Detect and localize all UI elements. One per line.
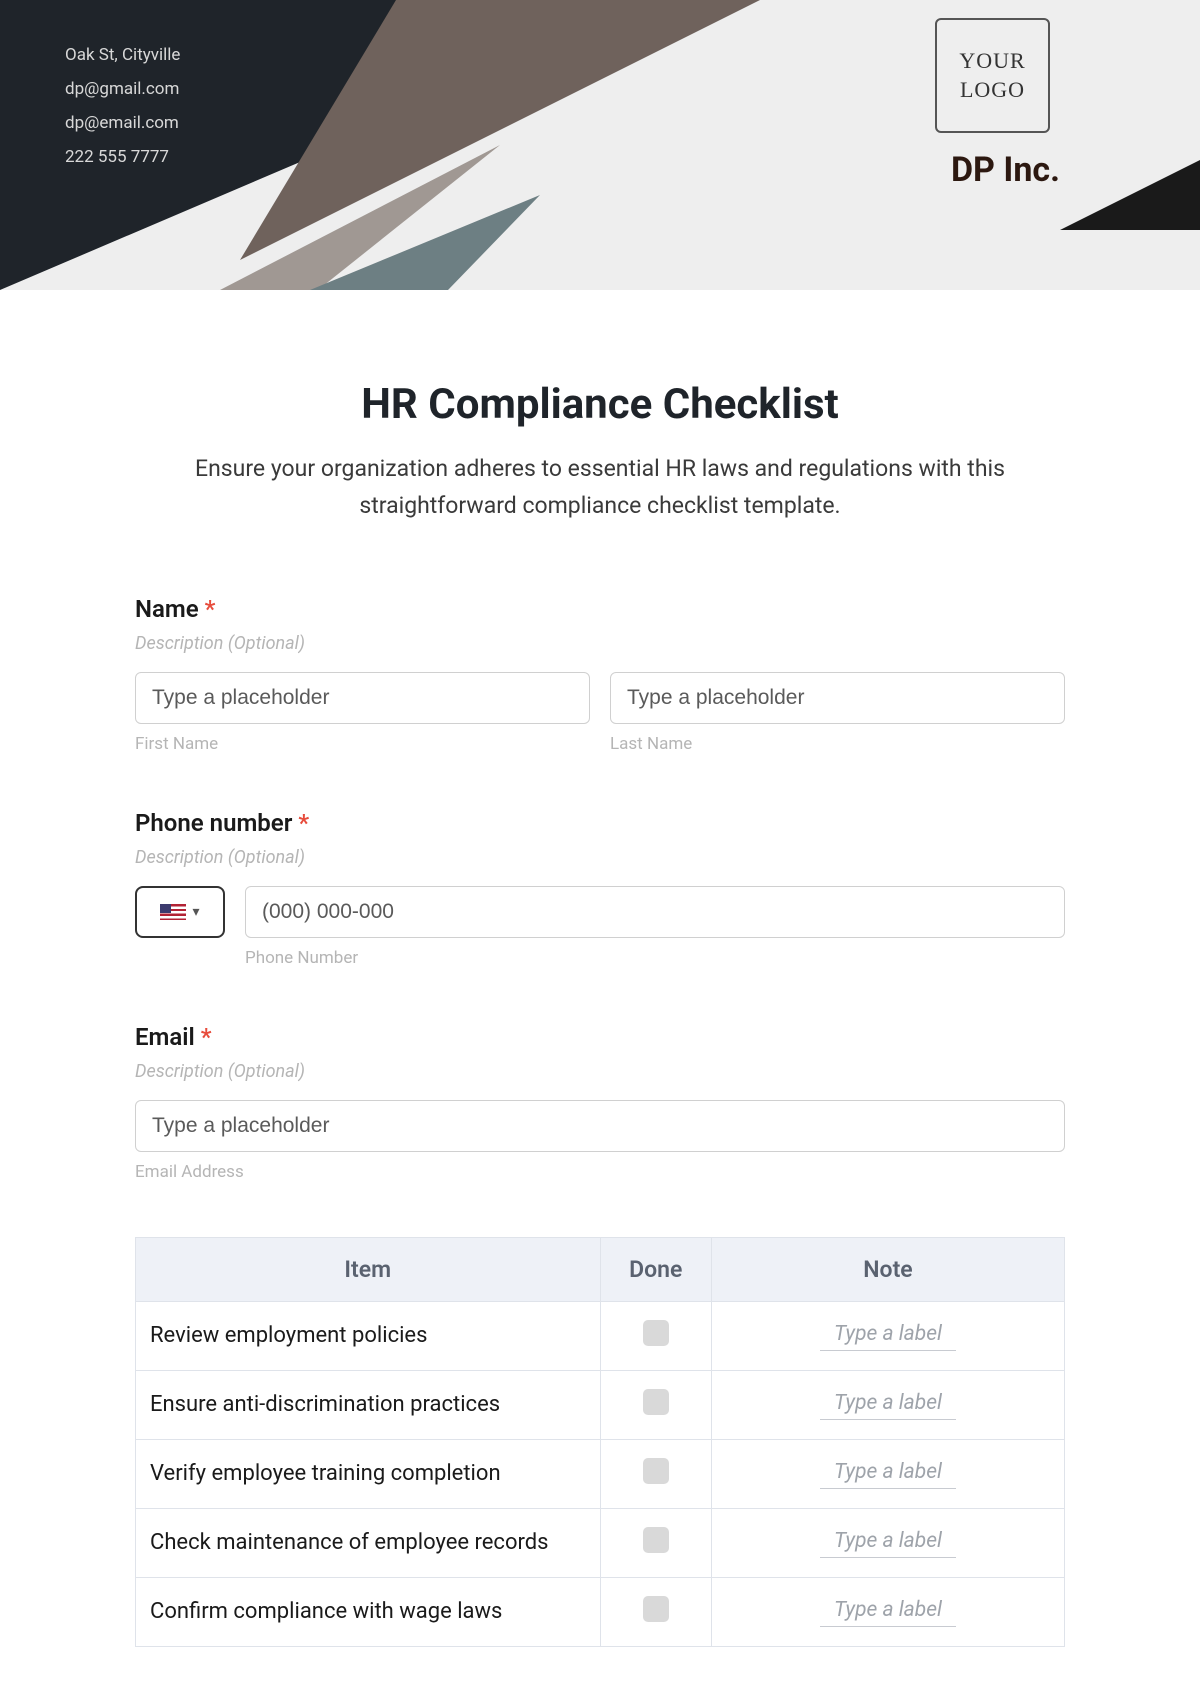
form-content: HR Compliance Checklist Ensure your orga… bbox=[0, 290, 1200, 1647]
table-row: Ensure anti-discrimination practices Typ… bbox=[136, 1370, 1065, 1439]
required-asterisk: * bbox=[205, 595, 216, 623]
required-asterisk: * bbox=[201, 1023, 212, 1051]
first-name-sublabel: First Name bbox=[135, 734, 590, 754]
logo-text: YOUR LOGO bbox=[937, 47, 1048, 104]
table-row: Verify employee training completion Type… bbox=[136, 1439, 1065, 1508]
table-row: Check maintenance of employee records Ty… bbox=[136, 1508, 1065, 1577]
bg-shape-corner bbox=[1060, 160, 1200, 230]
done-checkbox[interactable] bbox=[643, 1596, 669, 1622]
item-cell: Confirm compliance with wage laws bbox=[136, 1577, 601, 1646]
country-code-select[interactable]: ▾ bbox=[135, 886, 225, 938]
email-sublabel: Email Address bbox=[135, 1162, 1065, 1182]
us-flag-icon bbox=[160, 904, 186, 920]
th-done: Done bbox=[600, 1237, 711, 1301]
last-name-input[interactable] bbox=[610, 672, 1065, 724]
contact-email2: dp@email.com bbox=[65, 106, 180, 140]
phone-sublabel: Phone Number bbox=[245, 948, 1065, 968]
chevron-down-icon: ▾ bbox=[192, 904, 199, 920]
header-banner: Oak St, Cityville dp@gmail.com dp@email.… bbox=[0, 0, 1200, 290]
email-label-text: Email bbox=[135, 1023, 195, 1051]
note-input[interactable]: Type a label bbox=[820, 1598, 956, 1627]
logo-placeholder: YOUR LOGO bbox=[935, 18, 1050, 133]
phone-input[interactable] bbox=[245, 886, 1065, 938]
name-label: Name * bbox=[135, 595, 1065, 623]
contact-address: Oak St, Cityville bbox=[65, 38, 180, 72]
th-item: Item bbox=[136, 1237, 601, 1301]
phone-desc: Description (Optional) bbox=[135, 847, 1065, 868]
email-input[interactable] bbox=[135, 1100, 1065, 1152]
item-cell: Check maintenance of employee records bbox=[136, 1508, 601, 1577]
name-desc: Description (Optional) bbox=[135, 633, 1065, 654]
page-title: HR Compliance Checklist bbox=[135, 380, 1065, 429]
contact-phone: 222 555 7777 bbox=[65, 140, 180, 174]
item-cell: Ensure anti-discrimination practices bbox=[136, 1370, 601, 1439]
table-row: Confirm compliance with wage laws Type a… bbox=[136, 1577, 1065, 1646]
field-name: Name * Description (Optional) First Name… bbox=[135, 595, 1065, 754]
contact-email1: dp@gmail.com bbox=[65, 72, 180, 106]
done-checkbox[interactable] bbox=[643, 1458, 669, 1484]
note-input[interactable]: Type a label bbox=[820, 1322, 956, 1351]
note-input[interactable]: Type a label bbox=[820, 1529, 956, 1558]
field-phone: Phone number * Description (Optional) ▾ … bbox=[135, 809, 1065, 968]
checklist-table: Item Done Note Review employment policie… bbox=[135, 1237, 1065, 1647]
first-name-input[interactable] bbox=[135, 672, 590, 724]
item-cell: Verify employee training completion bbox=[136, 1439, 601, 1508]
last-name-sublabel: Last Name bbox=[610, 734, 1065, 754]
required-asterisk: * bbox=[298, 809, 309, 837]
page-subtitle: Ensure your organization adheres to esse… bbox=[175, 451, 1025, 525]
company-name: DP Inc. bbox=[951, 150, 1060, 190]
contact-block: Oak St, Cityville dp@gmail.com dp@email.… bbox=[65, 38, 180, 174]
email-desc: Description (Optional) bbox=[135, 1061, 1065, 1082]
done-checkbox[interactable] bbox=[643, 1320, 669, 1346]
done-checkbox[interactable] bbox=[643, 1527, 669, 1553]
done-checkbox[interactable] bbox=[643, 1389, 669, 1415]
phone-label-text: Phone number bbox=[135, 809, 292, 837]
name-label-text: Name bbox=[135, 595, 199, 623]
phone-label: Phone number * bbox=[135, 809, 1065, 837]
item-cell: Review employment policies bbox=[136, 1301, 601, 1370]
email-label: Email * bbox=[135, 1023, 1065, 1051]
field-email: Email * Description (Optional) Email Add… bbox=[135, 1023, 1065, 1182]
note-input[interactable]: Type a label bbox=[820, 1391, 956, 1420]
table-row: Review employment policies Type a label bbox=[136, 1301, 1065, 1370]
note-input[interactable]: Type a label bbox=[820, 1460, 956, 1489]
th-note: Note bbox=[711, 1237, 1064, 1301]
